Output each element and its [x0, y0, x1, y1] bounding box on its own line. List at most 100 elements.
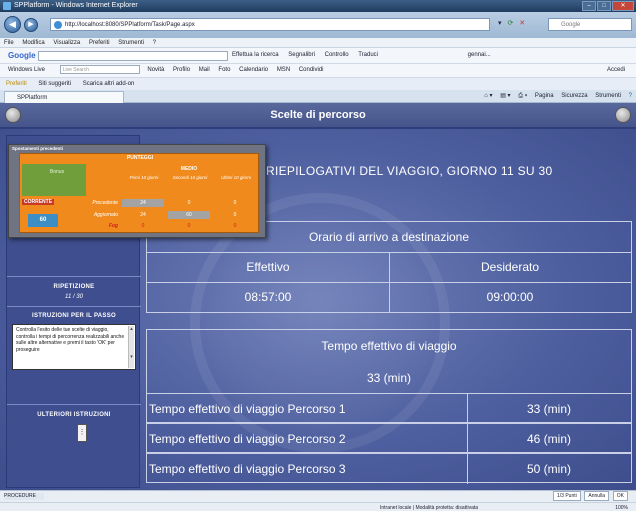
score-cell: 24: [122, 199, 164, 207]
command-bar: ⌂ ▾ ▤ ▾ ⎙ ▾ Pagina Sicurezza Strumenti ?: [484, 90, 632, 103]
instructions-scrollbar[interactable]: ▴ ▾: [128, 326, 134, 368]
home-icon[interactable]: ⌂ ▾: [484, 93, 492, 99]
menu-strumenti[interactable]: Strumenti: [118, 40, 144, 46]
favorites-button[interactable]: Preferiti: [6, 81, 27, 87]
address-actions: ▾ ⟳ ✕: [498, 19, 525, 27]
browser-search-input[interactable]: Google: [548, 18, 632, 31]
address-input[interactable]: http://localhost:8080/SPPlatform/Task/Pa…: [50, 18, 490, 31]
divider: [7, 306, 141, 307]
window-title: SPPlatform - Windows Internet Explorer: [14, 2, 138, 9]
travel-time-total: 33 (min): [366, 371, 411, 385]
account-button[interactable]: gennai...: [468, 52, 491, 58]
window-controls: – □ ✕: [582, 1, 634, 11]
current-score: 60: [28, 214, 58, 227]
addons-link[interactable]: Scarica altri add-on: [83, 81, 135, 87]
live-item-calendario[interactable]: Calendario: [239, 67, 268, 73]
cancel-button[interactable]: Annulla: [584, 491, 610, 501]
more-instructions-spinner[interactable]: ⋮: [77, 424, 87, 442]
points-button[interactable]: 1/3 Punti: [552, 491, 581, 501]
tools-menu[interactable]: Strumenti: [595, 93, 621, 99]
travel-time-header: Tempo effettivo di viaggio: [321, 339, 457, 353]
live-item-profilo[interactable]: Profilo: [173, 67, 190, 73]
ripetizione-label: RIPETIZIONE: [53, 284, 95, 290]
live-item-msn[interactable]: MSN: [277, 67, 290, 73]
page-menu[interactable]: Pagina: [535, 93, 554, 99]
google-logo: Google: [8, 51, 36, 60]
forward-arrow-icon[interactable]: ▶: [24, 18, 38, 32]
score-cell: 0: [187, 223, 191, 229]
score-cell: 24: [140, 212, 146, 218]
translate-button[interactable]: Traduci: [358, 52, 378, 58]
scoreboard: PUNTEGGI Bonus MEDIO Primi 10 giorni Sec…: [19, 153, 259, 233]
zoom-level[interactable]: 100%: [615, 503, 628, 511]
menu-file[interactable]: File: [4, 40, 14, 46]
summary-heading: RIEPILOGATIVI DEL VIAGGIO, GIORNO 11 SU …: [266, 164, 553, 178]
minimize-button[interactable]: –: [582, 1, 596, 11]
route-value: 46 (min): [526, 432, 571, 446]
back-arrow-icon[interactable]: ◀: [4, 16, 21, 33]
desiderato-value: 09:00:00: [486, 290, 534, 304]
score-cell: 0: [233, 212, 237, 218]
ripetizione-value: 11 / 30: [65, 294, 83, 300]
punteggi-label: PUNTEGGI: [126, 155, 154, 161]
google-search-button[interactable]: Effettua la ricerca: [232, 52, 279, 58]
safety-menu[interactable]: Sicurezza: [561, 93, 587, 99]
route-row: Tempo effettivo di viaggio Percorso 1 33…: [146, 393, 632, 424]
instructions-textbox[interactable]: Controlla l'esito delle tue scelte di vi…: [12, 324, 136, 370]
live-item-condividi[interactable]: Condividi: [299, 67, 324, 73]
status-text: PROCEDURE: [4, 493, 44, 500]
score-popup: Spostamenti precedenti PUNTEGGI Bonus ME…: [8, 144, 266, 238]
favorites-bar: Preferiti Siti suggeriti Scarica altri a…: [0, 78, 636, 90]
stop-icon[interactable]: ✕: [519, 20, 525, 27]
live-item-mail[interactable]: Mail: [199, 67, 210, 73]
ok-button[interactable]: OK: [612, 491, 628, 501]
corrente-label: CORRENTE: [22, 199, 55, 205]
status-buttons: 1/3 Punti Annulla OK: [551, 491, 628, 501]
istruzioni-label: ISTRUZIONI PER IL PASSO: [31, 313, 117, 319]
instructions-text: Controlla l'esito delle tue scelte di vi…: [16, 327, 125, 353]
score-cell: 0: [233, 200, 237, 206]
ulteriori-label: ULTERIORI ISTRUZIONI: [37, 412, 111, 418]
maximize-button[interactable]: □: [597, 1, 611, 11]
row-label: Aggiornato: [93, 212, 118, 218]
menu-bar: File Modifica Visualizza Preferiti Strum…: [0, 38, 636, 48]
status-bar: PROCEDURE 1/3 Punti Annulla OK Intranet …: [0, 490, 636, 511]
ie-icon: [3, 2, 11, 10]
divider: [7, 404, 141, 405]
menu-preferiti[interactable]: Preferiti: [89, 40, 110, 46]
route-label: Tempo effettivo di viaggio Percorso 1: [149, 402, 346, 416]
dropdown-icon[interactable]: ▾: [498, 20, 502, 27]
suggested-sites-link[interactable]: Siti suggeriti: [38, 81, 71, 87]
check-button[interactable]: Controllo: [325, 52, 349, 58]
browser-search-placeholder: Google: [561, 22, 581, 28]
live-search-input[interactable]: Live Search: [59, 64, 140, 74]
live-item-foto[interactable]: Foto: [218, 67, 230, 73]
effettivo-value: 08:57:00: [244, 290, 292, 304]
divider: [7, 276, 141, 277]
feeds-icon[interactable]: ▤ ▾: [500, 93, 510, 99]
tab-spplatform[interactable]: SPPlatform: [4, 91, 124, 103]
col-header: Ultimi 10 giorni: [221, 175, 251, 180]
right-logo-icon: [615, 107, 631, 123]
tab-bar: SPPlatform ⌂ ▾ ▤ ▾ ⎙ ▾ Pagina Sicurezza …: [0, 90, 636, 103]
bonus-label: Bonus: [49, 169, 65, 175]
route-value: 33 (min): [526, 402, 571, 416]
windows-live-label[interactable]: Windows Live: [8, 67, 45, 73]
menu-modifica[interactable]: Modifica: [22, 40, 44, 46]
close-button[interactable]: ✕: [612, 1, 634, 11]
menu-visualizza[interactable]: Visualizza: [53, 40, 80, 46]
live-item-novita[interactable]: Novità: [147, 67, 164, 73]
live-signin[interactable]: Accedi: [607, 64, 625, 77]
app-title: Scelte di percorso: [270, 109, 366, 121]
score-cell: 0: [233, 223, 237, 229]
address-toolbar: ◀ ▶ http://localhost:8080/SPPlatform/Tas…: [0, 12, 636, 38]
app-header: Scelte di percorso: [0, 103, 636, 129]
refresh-icon[interactable]: ⟳: [507, 20, 513, 27]
menu-help[interactable]: ?: [153, 40, 156, 46]
google-search-input[interactable]: [38, 51, 228, 61]
live-search-placeholder: Live Search: [62, 66, 90, 73]
help-icon[interactable]: ?: [629, 93, 632, 99]
print-icon[interactable]: ⎙ ▾: [518, 93, 527, 99]
bookmarks-button[interactable]: Segnalibri: [288, 52, 315, 58]
desiderato-header: Desiderato: [480, 260, 540, 274]
